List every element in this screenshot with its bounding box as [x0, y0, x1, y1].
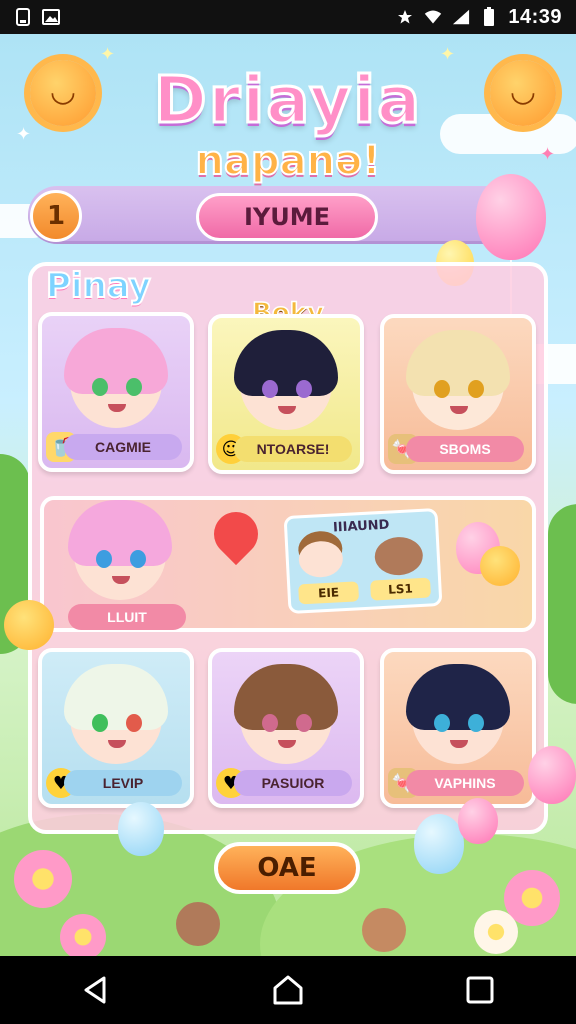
character-eye — [262, 714, 278, 732]
smiley-emoji-icon — [480, 546, 520, 586]
game-title: Driayia — [152, 63, 423, 140]
character-eye — [92, 714, 108, 732]
home-icon — [273, 975, 303, 1005]
inner-card-right-label: LS1 — [370, 577, 432, 601]
status-bar-left — [14, 8, 60, 26]
character-name: SBOMS — [406, 436, 524, 462]
character-eye — [92, 378, 108, 396]
character-name: LEVIP — [64, 770, 182, 796]
character-hair — [64, 328, 168, 394]
character-hair — [406, 664, 510, 730]
signal-icon — [452, 8, 470, 26]
character-eye — [468, 380, 484, 398]
character-eye — [296, 714, 312, 732]
star-icon — [396, 8, 414, 26]
character-eye — [130, 550, 146, 568]
character-hair — [64, 664, 168, 730]
inner-card[interactable]: IIIAUND EIE LS1 — [283, 508, 443, 614]
bear-icon — [373, 535, 424, 577]
character-hair — [406, 330, 510, 396]
character-eye — [434, 714, 450, 732]
image-icon — [42, 8, 60, 26]
level-badge: 1 — [30, 190, 82, 242]
pink-balloon — [476, 174, 546, 260]
inner-card-title: IIIAUND — [332, 517, 390, 536]
character-eye — [296, 380, 312, 398]
character-eye — [126, 714, 142, 732]
sparkle-icon: ✦ — [100, 44, 116, 65]
back-button[interactable] — [66, 960, 126, 1020]
bear-critter-icon — [176, 902, 220, 946]
wifi-icon — [424, 8, 442, 26]
bottom-button[interactable]: OAE — [214, 842, 360, 894]
flower-icon — [474, 910, 518, 954]
game-subtitle: napanə! — [195, 137, 382, 185]
character-card-6[interactable]: ♥ PASUIOR — [208, 648, 364, 808]
bear-critter-icon — [362, 908, 406, 952]
character-eye — [126, 378, 142, 396]
character-name: PASUIOR — [234, 770, 352, 796]
character-card-4[interactable]: LLUIT — [46, 488, 206, 638]
flower-icon — [60, 914, 106, 956]
back-triangle-icon — [84, 976, 106, 1004]
recents-button[interactable] — [450, 960, 510, 1020]
character-eye — [96, 550, 112, 568]
character-card-7[interactable]: 🍬 VAPHINS — [380, 648, 536, 808]
character-name: VAPHINS — [406, 770, 524, 796]
battery-icon — [480, 7, 498, 26]
character-name: LLUIT — [68, 604, 186, 630]
character-hair — [234, 664, 338, 730]
blue-balloon — [414, 814, 464, 874]
character-card-2[interactable]: ☺ NTOARSE! — [208, 314, 364, 474]
character-name: NTOARSE! — [234, 436, 352, 462]
character-card-5[interactable]: ♥ LEVIP — [38, 648, 194, 808]
recents-square-icon — [466, 976, 494, 1004]
game-screen: ✦ ✦ ✦ ✦ ✦ ✦ ◡ ◡ Driayia napanə! 1 IYUME … — [0, 34, 576, 956]
pink-balloon — [528, 746, 576, 804]
phone-screen-icon — [14, 8, 32, 26]
character-eye — [468, 714, 484, 732]
character-eye — [434, 380, 450, 398]
header-button[interactable]: IYUME — [196, 193, 378, 241]
clock: 14:39 — [508, 5, 562, 28]
character-card-3[interactable]: 🍬 SBOMS — [380, 314, 536, 474]
navigation-bar — [0, 956, 576, 1024]
tree — [548, 504, 576, 704]
character-hair — [68, 500, 172, 566]
character-hair — [234, 330, 338, 396]
character-name: CAGMIE — [64, 434, 182, 460]
sparkle-icon: ✦ — [440, 44, 456, 65]
pink-balloon — [458, 798, 498, 844]
flower-icon — [14, 850, 72, 908]
character-eye — [262, 380, 278, 398]
status-bar-right: 14:39 — [396, 6, 562, 29]
blue-balloon — [118, 802, 164, 856]
inner-card-left-label: EIE — [298, 581, 360, 605]
smiley-emoji-icon — [4, 600, 54, 650]
status-bar: 14:39 — [0, 0, 576, 34]
home-button[interactable] — [258, 960, 318, 1020]
chibi-boy-face — [297, 540, 344, 579]
section-label-left: Pinay — [45, 265, 152, 307]
character-card-1[interactable]: 🥤 CAGMIE — [38, 312, 194, 472]
